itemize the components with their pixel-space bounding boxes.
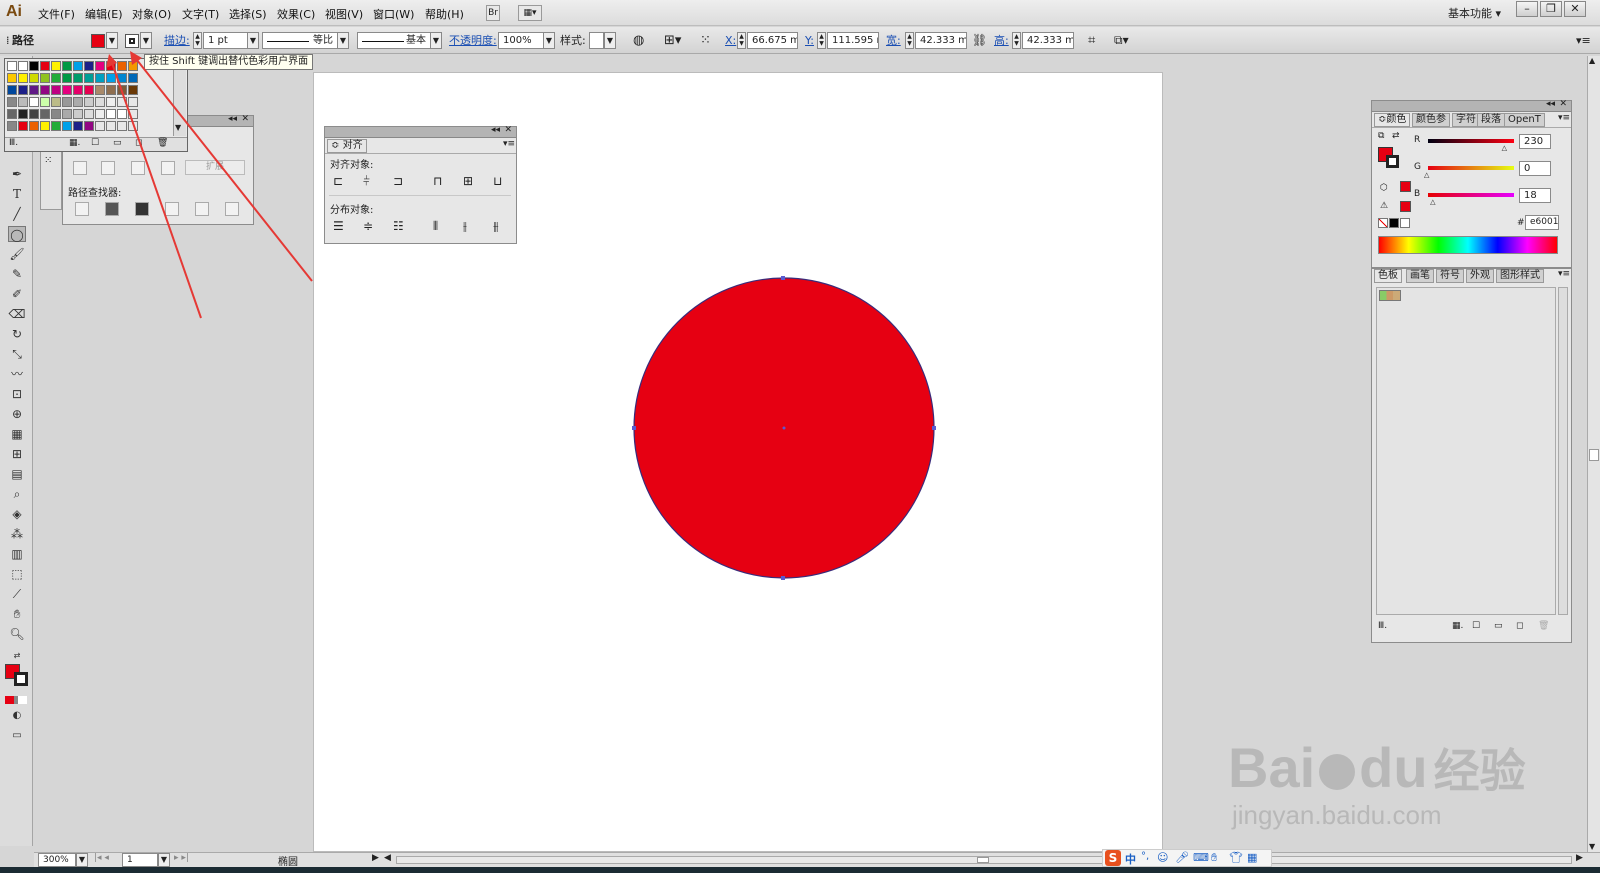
ime-lang-label[interactable]: 中	[1125, 851, 1136, 867]
scroll-thumb[interactable]	[1589, 449, 1599, 461]
paw-icon	[1319, 754, 1356, 791]
scroll-down-icon[interactable]: ▼	[1589, 842, 1595, 851]
annotation-arrow-2	[132, 54, 313, 282]
sogou-logo-icon[interactable]: S	[1105, 850, 1121, 866]
watermark-jingyan: 经验	[1433, 745, 1526, 797]
hscroll-thumb[interactable]	[977, 857, 989, 863]
zoom-field[interactable]: 300%	[38, 853, 76, 867]
arrowhead-1	[106, 54, 117, 68]
status-menu-icon[interactable]: ▶	[372, 853, 379, 863]
keyboard-icon[interactable]: ⌨	[1193, 851, 1209, 864]
watermark-bai: Bai	[1228, 736, 1316, 799]
watermark-url: jingyan.baidu.com	[1232, 800, 1442, 830]
artboard-dropdown[interactable]: ▼	[158, 853, 170, 867]
baidu-watermark: Bai du 经验	[1228, 740, 1526, 799]
menu-grid-icon[interactable]: ▦	[1247, 851, 1257, 864]
toolbox-icon[interactable]: ✋︎	[1211, 851, 1217, 865]
artboard-number-field[interactable]: 1	[122, 853, 158, 867]
zoom-dropdown[interactable]: ▼	[76, 853, 88, 867]
status-bar: 300% ▼ |◂ ◂ 1 ▼ ▸ ▸| 椭圆 ▶ ◀ ▶	[34, 852, 1600, 868]
windows-taskbar	[0, 867, 1600, 873]
watermark-du: du	[1359, 736, 1428, 799]
artboard-nav-prev-icon[interactable]: |◂ ◂	[94, 853, 109, 863]
ime-toolbar: S 中 °, ☺ 🎤︎ ⌨ ✋︎ 👕︎ ▦	[1102, 849, 1272, 867]
artboard-nav-next-icon[interactable]: ▸ ▸|	[174, 853, 189, 863]
hscroll-right-icon[interactable]: ▶	[1576, 853, 1583, 863]
emoji-icon[interactable]: ☺	[1157, 851, 1168, 864]
vertical-scrollbar[interactable]: ▲ ▼	[1587, 56, 1600, 855]
scroll-up-icon[interactable]: ▲	[1589, 56, 1595, 65]
current-tool-label: 椭圆	[278, 857, 298, 868]
horizontal-scrollbar[interactable]	[396, 856, 1572, 864]
voice-icon[interactable]: 🎤︎	[1175, 851, 1189, 864]
hscroll-left-icon[interactable]: ◀	[384, 853, 391, 863]
punctuation-icon[interactable]: °,	[1141, 851, 1149, 862]
annotation-arrow-1	[110, 59, 202, 319]
skin-icon[interactable]: 👕︎	[1229, 851, 1243, 864]
